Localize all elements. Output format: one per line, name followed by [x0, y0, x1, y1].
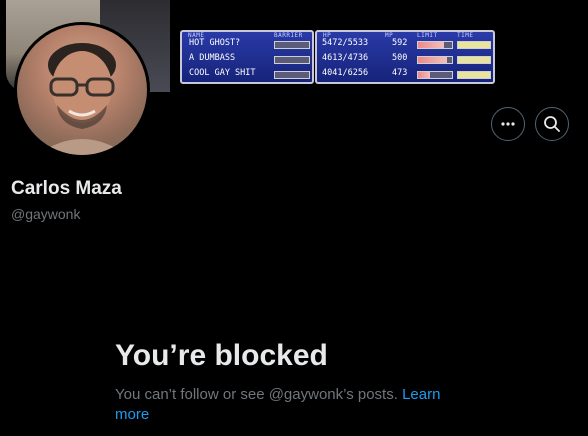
ff-name-2: A DUMBASS — [189, 53, 236, 63]
blocked-message-text: You can’t follow or see @gaywonk’s posts… — [115, 386, 398, 403]
search-button[interactable] — [535, 107, 569, 141]
ff-header-time: TIME — [457, 32, 474, 39]
search-icon — [544, 116, 560, 132]
ff-hp-1: 5472/5533 — [322, 38, 369, 48]
ff-header-limit: LIMIT — [417, 32, 438, 39]
ff-time-bar — [457, 56, 491, 64]
avatar-portrait — [37, 43, 127, 155]
ff-limit-fill — [418, 72, 430, 78]
ff-limit-fill — [418, 57, 447, 63]
blocked-title: You’re blocked — [115, 339, 328, 372]
ff-name-panel: NAME BARRIER HOT GHOST? A DUMBASS COOL G… — [180, 30, 314, 84]
blocked-message: You can’t follow or see @gaywonk’s posts… — [115, 385, 465, 425]
ff-limit-bar — [417, 71, 453, 79]
ff-barrier-bar — [274, 71, 310, 79]
ff-hp-3: 4041/6256 — [322, 68, 369, 78]
ff-time-bar — [457, 71, 491, 79]
ff-header-barrier: BARRIER — [274, 32, 303, 39]
ff-mp-2: 500 — [392, 53, 408, 63]
ff-stats-panel: HP MP LIMIT TIME 5472/5533 4613/4736 404… — [315, 30, 495, 84]
ff-limit-bar — [417, 41, 453, 49]
ff-mp-1: 592 — [392, 38, 408, 48]
more-horizontal-icon — [501, 122, 515, 126]
display-name: Carlos Maza — [11, 178, 122, 199]
ff-time-bar — [457, 41, 491, 49]
profile-handle: @gaywonk — [11, 206, 81, 222]
ff-barrier-bar — [274, 41, 310, 49]
ff-name-3: COOL GAY SHIT — [189, 68, 256, 78]
ff-name-1: HOT GHOST? — [189, 38, 241, 48]
more-button[interactable] — [491, 107, 525, 141]
ff-hp-2: 4613/4736 — [322, 53, 369, 63]
ff-limit-bar — [417, 56, 453, 64]
avatar[interactable] — [14, 22, 150, 158]
ff-mp-3: 473 — [392, 68, 408, 78]
ff-barrier-bar — [274, 56, 310, 64]
ff-limit-fill — [418, 42, 444, 48]
